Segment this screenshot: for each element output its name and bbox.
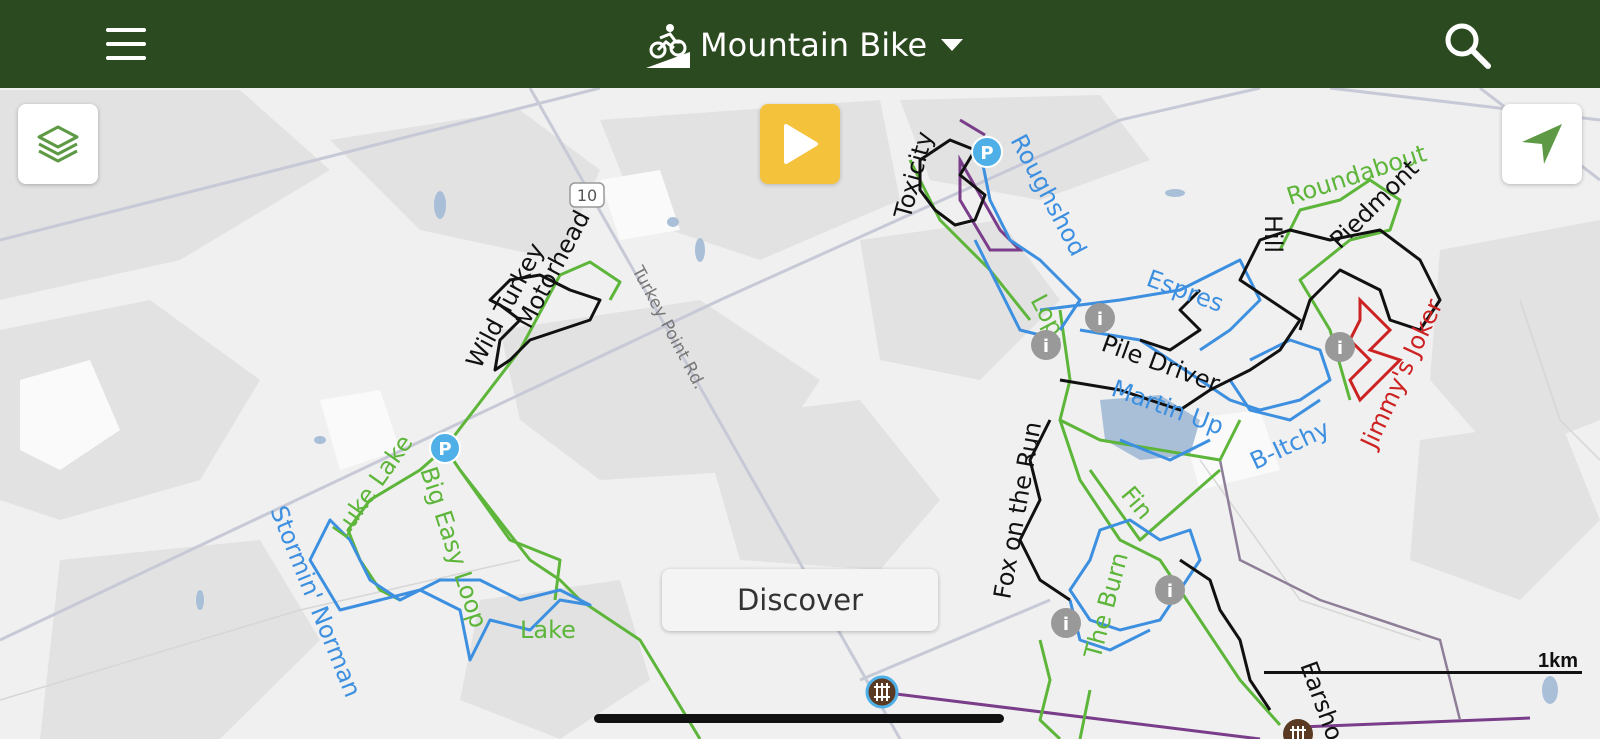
top-app-bar: Mountain Bike	[0, 0, 1600, 88]
mountain-bike-icon	[646, 24, 690, 68]
info-marker-3[interactable]: i	[1325, 332, 1355, 362]
svg-text:i: i	[1097, 309, 1103, 330]
info-marker-2[interactable]: i	[1085, 303, 1115, 333]
layers-icon	[37, 125, 79, 163]
parking-marker-2[interactable]: P	[971, 136, 1003, 168]
svg-text:i: i	[1337, 338, 1343, 359]
locate-button[interactable]	[1502, 104, 1582, 184]
svg-text:10: 10	[577, 186, 597, 205]
layers-button[interactable]	[18, 104, 98, 184]
page-title: Mountain Bike	[700, 26, 928, 64]
search-icon[interactable]	[1440, 18, 1496, 74]
svg-text:i: i	[1043, 336, 1049, 357]
scale-label: 1km	[1537, 650, 1578, 672]
parking-marker-1[interactable]: P	[429, 432, 461, 464]
road-shield-10: 10	[569, 182, 605, 208]
label-lake: Lake	[520, 616, 576, 644]
map-scale-bar: 1km	[1264, 650, 1582, 680]
info-marker-4[interactable]: i	[1155, 575, 1185, 605]
play-button[interactable]	[760, 104, 840, 184]
home-indicator[interactable]	[594, 714, 1004, 723]
activity-selector[interactable]: Mountain Bike	[646, 20, 964, 70]
discover-button[interactable]: Discover	[662, 569, 938, 631]
chevron-down-icon	[941, 39, 964, 51]
svg-text:i: i	[1167, 581, 1173, 602]
play-icon	[784, 124, 818, 164]
map-view[interactable]: 10 Turkey Point Rd. Wild Turkey Motorhea…	[0, 88, 1600, 739]
svg-text:i: i	[1063, 614, 1069, 635]
label-fin: Fin	[1115, 481, 1158, 525]
gate-marker-2[interactable]	[1283, 719, 1313, 739]
gate-marker-1[interactable]	[865, 675, 899, 709]
svg-text:P: P	[980, 143, 993, 164]
scale-line	[1264, 671, 1582, 674]
navigation-arrow-icon	[1522, 124, 1562, 164]
map-canvas[interactable]: 10 Turkey Point Rd. Wild Turkey Motorhea…	[0, 88, 1600, 739]
svg-text:P: P	[438, 439, 451, 460]
info-marker-1[interactable]: i	[1031, 330, 1061, 360]
info-marker-5[interactable]: i	[1051, 608, 1081, 638]
label-hill: Hill	[1259, 215, 1287, 253]
hamburger-menu-icon[interactable]	[98, 24, 154, 64]
app-screen: 10 Turkey Point Rd. Wild Turkey Motorhea…	[0, 0, 1600, 739]
